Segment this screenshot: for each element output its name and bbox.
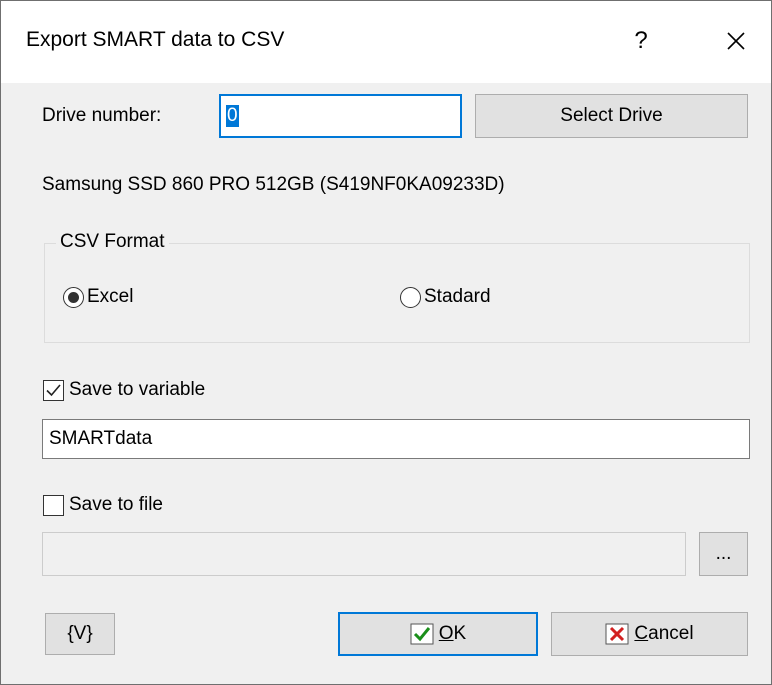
radio-selected-dot (68, 291, 79, 303)
radio-standard[interactable]: Stadard (400, 285, 491, 309)
cancel-label: ancel (648, 623, 694, 644)
help-button[interactable]: ? (611, 15, 671, 67)
dialog-window: Export SMART data to CSV ? Drive number:… (0, 0, 772, 685)
save-to-file-box[interactable] (43, 494, 64, 516)
select-drive-label: Select Drive (560, 105, 663, 126)
radio-standard-label: Stadard (424, 286, 491, 307)
cancel-button[interactable]: Cancel (551, 612, 748, 656)
drive-number-input[interactable]: 0 (219, 94, 462, 138)
save-to-file-label: Save to file (69, 494, 163, 515)
variable-name-input[interactable]: SMARTdata (42, 419, 750, 459)
variables-button[interactable]: {V} (45, 613, 115, 655)
browse-label: ... (715, 543, 732, 564)
drive-number-value: 0 (226, 105, 239, 127)
drive-number-label: Drive number: (42, 105, 162, 126)
drive-description: Samsung SSD 860 PRO 512GB (S419NF0KA0923… (42, 174, 505, 195)
ok-button[interactable]: OK (338, 612, 538, 656)
help-label: ? (634, 27, 648, 54)
save-to-variable-box[interactable] (43, 379, 64, 401)
close-icon (727, 32, 745, 50)
checkmark-icon (410, 623, 434, 645)
save-to-file-checkbox[interactable]: Save to file (43, 493, 163, 517)
close-button[interactable] (706, 15, 766, 67)
radio-standard-indicator[interactable] (400, 286, 421, 308)
radio-excel[interactable]: Excel (63, 285, 133, 309)
save-to-variable-label: Save to variable (69, 379, 206, 400)
checkmark-icon (46, 383, 61, 396)
ok-label: K (453, 623, 467, 644)
variable-name-value: SMARTdata (49, 428, 153, 449)
ok-mnemonic: O (438, 623, 454, 644)
radio-excel-indicator[interactable] (63, 286, 84, 308)
cancel-mnemonic: C (634, 623, 649, 644)
x-icon (605, 623, 629, 645)
variables-label: {V} (67, 623, 93, 644)
csv-format-legend: CSV Format (56, 231, 169, 253)
window-title: Export SMART data to CSV (26, 28, 285, 51)
title-bar: Export SMART data to CSV ? (1, 1, 771, 83)
browse-button[interactable]: ... (699, 532, 748, 576)
file-path-input[interactable] (42, 532, 686, 576)
select-drive-button[interactable]: Select Drive (475, 94, 748, 138)
radio-excel-label: Excel (87, 286, 134, 307)
csv-format-group (44, 243, 750, 343)
save-to-variable-checkbox[interactable]: Save to variable (43, 378, 205, 402)
